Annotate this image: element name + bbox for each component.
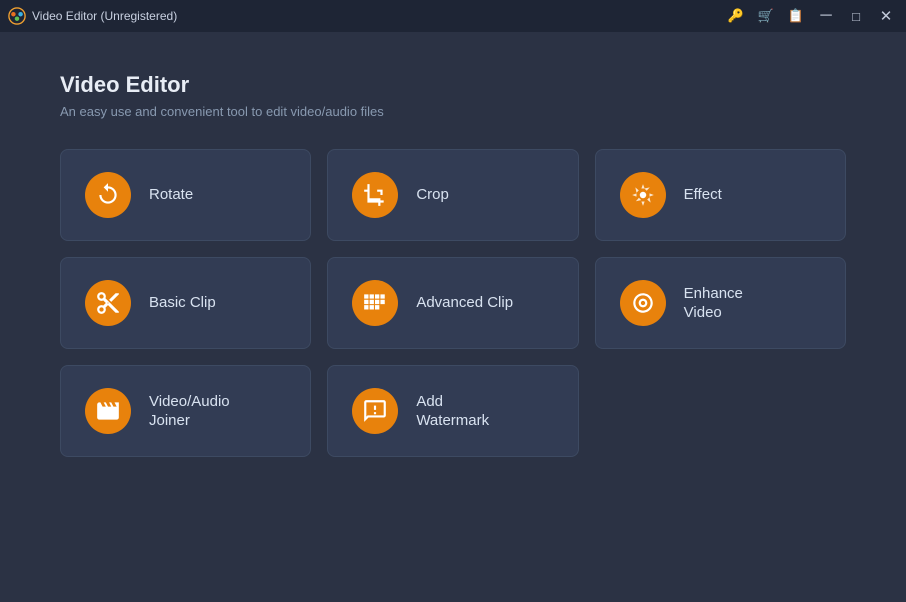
titlebar-left: Video Editor (Unregistered)	[8, 7, 177, 25]
page-title: Video Editor	[60, 72, 846, 98]
crop-label: Crop	[416, 185, 449, 205]
watermark-label: AddWatermark	[416, 392, 489, 431]
app-title: Video Editor (Unregistered)	[32, 9, 177, 23]
page-subtitle: An easy use and convenient tool to edit …	[60, 104, 846, 119]
crop-icon	[352, 172, 398, 218]
card-joiner[interactable]: Video/AudioJoiner	[60, 365, 311, 457]
maximize-button[interactable]: □	[844, 4, 868, 28]
titlebar: Video Editor (Unregistered) 🔑 🛒 📋 ─ □ ✕	[0, 0, 906, 32]
card-watermark[interactable]: AddWatermark	[327, 365, 578, 457]
titlebar-controls: 🔑 🛒 📋 ─ □ ✕	[724, 4, 898, 28]
basic-clip-icon	[85, 280, 131, 326]
minimize-button[interactable]: ─	[814, 4, 838, 28]
app-logo-icon	[8, 7, 26, 25]
enhance-video-label: EnhanceVideo	[684, 284, 743, 323]
card-advanced-clip[interactable]: Advanced Clip	[327, 257, 578, 349]
main-content: Video Editor An easy use and convenient …	[0, 32, 906, 487]
close-button[interactable]: ✕	[874, 4, 898, 28]
basic-clip-label: Basic Clip	[149, 293, 216, 313]
joiner-label: Video/AudioJoiner	[149, 392, 230, 431]
card-crop[interactable]: Crop	[327, 149, 578, 241]
advanced-clip-label: Advanced Clip	[416, 293, 513, 313]
card-basic-clip[interactable]: Basic Clip	[60, 257, 311, 349]
enhance-video-icon	[620, 280, 666, 326]
card-enhance-video[interactable]: EnhanceVideo	[595, 257, 846, 349]
card-effect[interactable]: Effect	[595, 149, 846, 241]
clipboard-icon[interactable]: 📋	[784, 4, 808, 28]
effect-label: Effect	[684, 185, 722, 205]
key-icon[interactable]: 🔑	[724, 4, 748, 28]
rotate-label: Rotate	[149, 185, 193, 205]
advanced-clip-icon	[352, 280, 398, 326]
watermark-icon	[352, 388, 398, 434]
cart-icon[interactable]: 🛒	[754, 4, 778, 28]
feature-grid: Rotate Crop Effect Basic Clip	[60, 149, 846, 457]
card-rotate[interactable]: Rotate	[60, 149, 311, 241]
joiner-icon	[85, 388, 131, 434]
rotate-icon	[85, 172, 131, 218]
effect-icon	[620, 172, 666, 218]
